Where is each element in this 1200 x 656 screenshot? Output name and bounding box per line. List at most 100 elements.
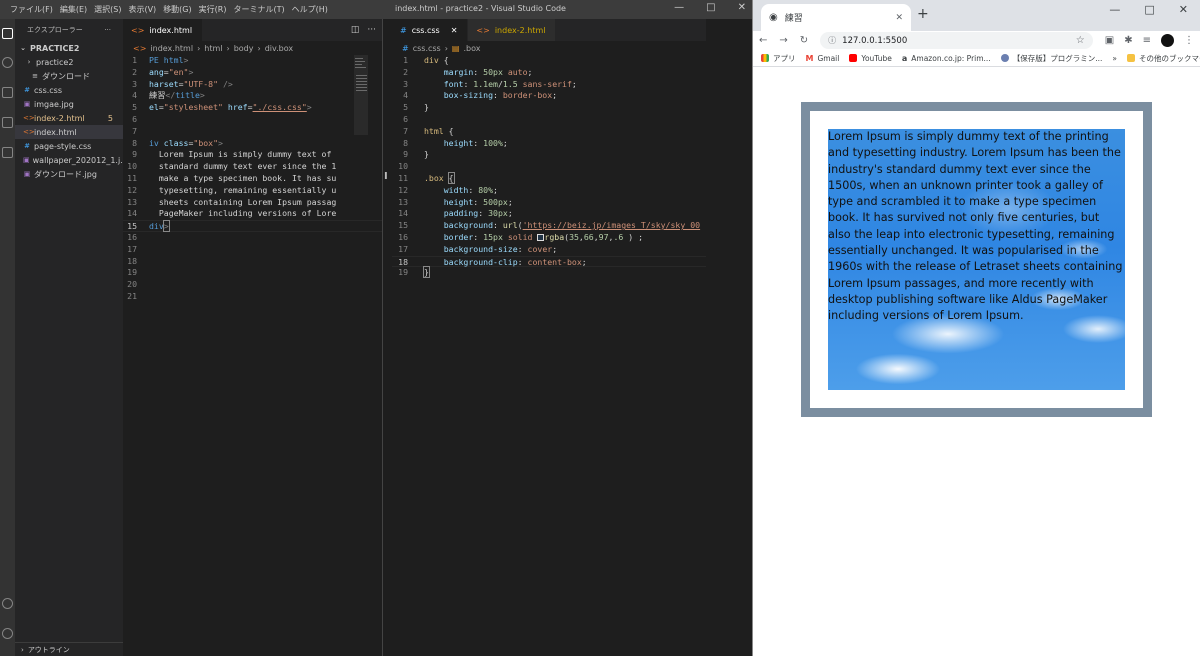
- extensions-icon[interactable]: ✱: [1124, 35, 1132, 46]
- camera-icon[interactable]: ▣: [1105, 35, 1114, 46]
- outline-label: アウトライン: [27, 645, 70, 654]
- menu-go[interactable]: 移動(G): [163, 4, 191, 15]
- tree-label: css.css: [34, 85, 63, 95]
- menu-terminal[interactable]: ターミナル(T): [233, 4, 284, 15]
- code-line: 10 standard dummy text ever since the 1: [123, 161, 382, 173]
- tab-index-2-html[interactable]: <> index-2.html: [468, 19, 557, 41]
- more-actions-icon[interactable]: ···: [104, 26, 111, 34]
- run-debug-icon[interactable]: [2, 117, 13, 128]
- tree-item-wallpaper[interactable]: ▣ wallpaper_202012_1.j...: [15, 153, 128, 167]
- screen: ファイル(F) 編集(E) 選択(S) 表示(V) 移動(G) 実行(R) ター…: [0, 0, 1200, 656]
- code-line: 5 el="stylesheet" href="./css.css">: [123, 102, 382, 114]
- line-number: 6: [403, 113, 408, 124]
- code-text: PE html>: [149, 55, 189, 65]
- menu-run[interactable]: 実行(R): [199, 4, 227, 15]
- browser-tab[interactable]: ◉ 練習 ✕: [761, 4, 911, 31]
- bookmark-star-icon[interactable]: ☆: [1076, 35, 1085, 46]
- breadcrumb-item[interactable]: .box: [463, 44, 480, 53]
- close-icon[interactable]: ✕: [451, 26, 458, 35]
- menu-file[interactable]: ファイル(F): [10, 4, 53, 15]
- close-icon[interactable]: ✕: [738, 2, 746, 13]
- line-number: 11: [127, 172, 137, 183]
- code-area[interactable]: 1 PE html> 2 ang="en"> 3 harset="UTF-8" /> …: [123, 55, 382, 303]
- tab-index-html[interactable]: <> index.html: [123, 19, 204, 41]
- code-text: div {: [424, 55, 449, 65]
- menu-help[interactable]: ヘルプ(H): [292, 4, 328, 15]
- tree-item-download[interactable]: ≡ ダウンロード: [15, 69, 123, 83]
- css-file-icon: #: [24, 142, 30, 150]
- info-icon[interactable]: ⓘ: [828, 35, 836, 46]
- menu-dots-icon[interactable]: ⋮: [1184, 35, 1194, 46]
- maximize-icon[interactable]: □: [706, 2, 715, 13]
- menu-edit[interactable]: 編集(E): [60, 4, 87, 15]
- chevron-right-icon: ›: [226, 43, 230, 53]
- tree-item-imgae[interactable]: ▣ imgae.jpg: [15, 97, 123, 111]
- code-line: 14 padding: 30px;: [392, 208, 706, 220]
- address-bar[interactable]: ⓘ 127.0.0.1:5500 ☆: [820, 32, 1093, 49]
- minimize-icon[interactable]: —: [674, 2, 684, 13]
- menu-view[interactable]: 表示(V): [128, 4, 156, 15]
- menu-selection[interactable]: 選択(S): [94, 4, 121, 15]
- tree-folder-practice2[interactable]: › practice2: [15, 55, 123, 69]
- tree-item-index[interactable]: <> index.html: [15, 125, 123, 139]
- code-line: 11 .box {: [392, 171, 706, 185]
- close-tab-icon[interactable]: ✕: [895, 13, 903, 23]
- gear-icon[interactable]: [2, 628, 13, 639]
- maximize-icon[interactable]: □: [1144, 3, 1154, 16]
- tree-item-download-jpg[interactable]: ▣ ダウンロード.jpg: [15, 167, 123, 181]
- code-line: 7 html {: [392, 126, 706, 138]
- code-line: 11 make a type specimen book. It has su: [123, 173, 382, 185]
- tree-label: ダウンロード.jpg: [34, 169, 97, 179]
- editor-index-html[interactable]: <> index.html ◫ ··· <> index.html › html…: [123, 19, 382, 656]
- split-editor-icon[interactable]: ◫: [351, 25, 360, 35]
- breadcrumb-item[interactable]: index.html: [150, 44, 193, 53]
- close-icon[interactable]: ✕: [1179, 3, 1188, 16]
- avatar[interactable]: [1161, 34, 1174, 47]
- editor-css-css[interactable]: # css.css ✕ <> index-2.html # css.css › …: [392, 19, 706, 656]
- editor-splitter[interactable]: I: [382, 19, 392, 656]
- breadcrumb-item[interactable]: html: [204, 44, 222, 53]
- breadcrumb-item[interactable]: body: [234, 44, 254, 53]
- bookmark-amazon[interactable]: a Amazon.co.jp: Prim...: [902, 54, 991, 63]
- forward-icon[interactable]: →: [779, 35, 787, 46]
- media-icon[interactable]: ≡: [1143, 35, 1151, 46]
- source-control-icon[interactable]: [2, 87, 13, 98]
- breadcrumb-item[interactable]: css.css: [413, 44, 441, 53]
- new-tab-button[interactable]: +: [917, 6, 929, 22]
- account-icon[interactable]: [2, 598, 13, 609]
- line-number: 18: [398, 256, 408, 267]
- more-actions-icon[interactable]: ···: [367, 25, 376, 35]
- outline-section[interactable]: › アウトライン: [15, 642, 123, 656]
- back-icon[interactable]: ←: [759, 35, 767, 46]
- code-line: 4 box-sizing: border-box;: [392, 90, 706, 102]
- line-number: 13: [127, 196, 137, 207]
- bookmarks-bar: アプリ M Gmail YouTube a Amazon.co.jp: Prim..…: [753, 50, 1200, 67]
- tree-item-page-style[interactable]: # page-style.css: [15, 139, 123, 153]
- code-area[interactable]: 1 div { 2 margin: 50px auto; 3 font: 1.1e…: [392, 55, 706, 279]
- bookmark-apps[interactable]: アプリ: [761, 53, 796, 64]
- code-text: height: 100%;: [443, 137, 508, 148]
- tree-item-index-2[interactable]: <> index-2.html 5: [15, 111, 123, 125]
- vscode-window: ファイル(F) 編集(E) 選択(S) 表示(V) 移動(G) 実行(R) ター…: [0, 0, 752, 656]
- minimap[interactable]: [354, 55, 368, 175]
- code-line: 9 Lorem Ipsum is simply dummy text of: [123, 149, 382, 161]
- search-icon[interactable]: [2, 57, 13, 68]
- line-number: 13: [398, 196, 408, 207]
- reload-icon[interactable]: ↻: [800, 35, 808, 46]
- tree-item-css[interactable]: # css.css: [15, 83, 123, 97]
- more-bookmarks-icon[interactable]: »: [1112, 54, 1117, 63]
- code-line: 13 sheets containing Lorem Ipsum passag: [123, 197, 382, 209]
- bookmark-other[interactable]: その他のブックマーク: [1126, 53, 1200, 64]
- bookmark-youtube[interactable]: YouTube: [849, 54, 892, 63]
- bookmark-gmail[interactable]: M Gmail: [806, 54, 840, 63]
- explorer-icon[interactable]: [2, 28, 13, 39]
- minimize-icon[interactable]: —: [1109, 3, 1120, 16]
- code-line: 17: [123, 244, 382, 256]
- extensions-icon[interactable]: [2, 147, 13, 158]
- line-number: 14: [127, 208, 137, 219]
- bookmark-programming[interactable]: 【保存版】プログラミン...: [1000, 53, 1102, 64]
- tab-css-css[interactable]: # css.css ✕: [392, 19, 469, 41]
- explorer-header: エクスプローラー ···: [15, 19, 123, 41]
- tree-root-practice2[interactable]: ⌄ PRACTICE2: [15, 41, 123, 55]
- breadcrumb-item[interactable]: div.box: [265, 44, 293, 53]
